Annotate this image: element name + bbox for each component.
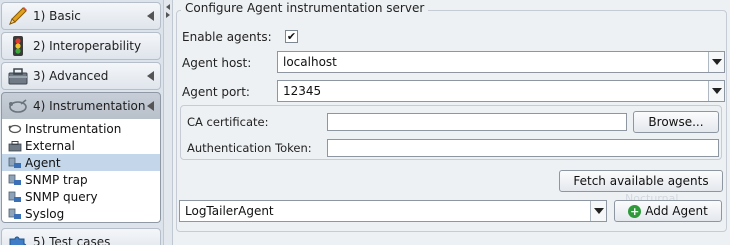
chevron-left-icon <box>147 101 154 111</box>
chevron-right-icon[interactable] <box>166 12 170 18</box>
section-advanced[interactable]: 3) Advanced <box>1 62 161 90</box>
add-agent-label: Add Agent <box>645 204 708 218</box>
fetch-agents-button[interactable]: Fetch available agents <box>559 170 723 192</box>
agent-icon <box>7 173 23 187</box>
sidebar: 1) Basic 2) Interoperability 3) Advanced <box>0 0 163 245</box>
section-advanced-label: 3) Advanced <box>33 69 109 83</box>
chevron-left-icon[interactable] <box>166 4 170 10</box>
sub-item-agent[interactable]: Agent <box>2 154 160 171</box>
chevron-left-icon <box>147 11 154 21</box>
section-test-cases-label: 5) Test cases <box>33 235 111 245</box>
toolbox-icon <box>7 139 23 153</box>
sub-item-external[interactable]: External <box>2 137 160 154</box>
stethoscope-icon <box>7 95 29 117</box>
agent-type-value[interactable]: LogTailerAgent <box>180 204 590 218</box>
stethoscope-icon <box>7 122 23 136</box>
browse-button[interactable]: Browse... <box>633 111 719 133</box>
agent-host-combo[interactable]: localhost <box>277 51 725 73</box>
chevron-left-icon <box>147 71 154 81</box>
puzzle-icon <box>7 231 29 245</box>
instrumentation-sub-panel: Instrumentation External Agent SNMP trap… <box>1 119 161 223</box>
add-icon: + <box>628 204 642 218</box>
split-pane-divider[interactable] <box>163 0 173 245</box>
section-interoperability[interactable]: 2) Interoperability <box>1 32 161 60</box>
checkmark-icon: ✔ <box>286 30 297 43</box>
agent-port-combo[interactable]: 12345 <box>277 80 725 102</box>
pencil-icon <box>7 5 29 27</box>
ca-certificate-label: CA certificate: <box>187 115 269 129</box>
sub-item-label: SNMP trap <box>25 172 88 187</box>
sub-item-syslog[interactable]: Syslog <box>2 205 160 222</box>
auth-token-label: Authentication Token: <box>187 141 312 155</box>
sub-item-label: Syslog <box>25 206 65 221</box>
agent-port-value[interactable]: 12345 <box>278 84 708 98</box>
agent-type-combo[interactable]: LogTailerAgent <box>179 200 607 222</box>
sub-item-snmp-trap[interactable]: SNMP trap <box>2 171 160 188</box>
section-instrumentation[interactable]: 4) Instrumentation <box>1 92 161 120</box>
agent-icon <box>7 207 23 221</box>
sub-item-snmp-query[interactable]: SNMP query <box>2 188 160 205</box>
enable-agents-label: Enable agents: <box>182 30 272 44</box>
agent-port-label: Agent port: <box>182 85 250 99</box>
enable-agents-checkbox[interactable]: ✔ <box>285 30 298 43</box>
sub-item-label: External <box>25 138 75 153</box>
agent-icon <box>7 190 23 204</box>
agent-host-label: Agent host: <box>182 56 252 70</box>
section-instrumentation-label: 4) Instrumentation <box>33 99 146 113</box>
sub-item-label: Agent <box>25 155 61 170</box>
section-test-cases[interactable]: 5) Test cases <box>1 228 161 245</box>
chevron-down-icon[interactable] <box>708 52 724 72</box>
chevron-down-icon[interactable] <box>590 201 606 221</box>
section-interoperability-label: 2) Interoperability <box>33 39 142 53</box>
ca-certificate-input[interactable] <box>327 113 627 131</box>
add-agent-button[interactable]: + Add Agent <box>614 200 722 222</box>
group-title: Configure Agent instrumentation server <box>181 1 429 15</box>
traffic-light-icon <box>7 35 29 57</box>
chevron-down-icon[interactable] <box>708 81 724 101</box>
section-basic-label: 1) Basic <box>33 9 81 23</box>
main-panel: Configure Agent instrumentation server E… <box>173 0 730 245</box>
toolbox-icon <box>7 65 29 87</box>
sub-item-label: SNMP query <box>25 189 98 204</box>
agent-host-value[interactable]: localhost <box>278 55 708 69</box>
sub-item-instrumentation[interactable]: Instrumentation <box>2 120 160 137</box>
auth-token-input[interactable] <box>327 139 719 157</box>
sub-item-label: Instrumentation <box>25 121 122 136</box>
section-basic[interactable]: 1) Basic <box>1 2 161 30</box>
agent-icon <box>7 156 23 170</box>
